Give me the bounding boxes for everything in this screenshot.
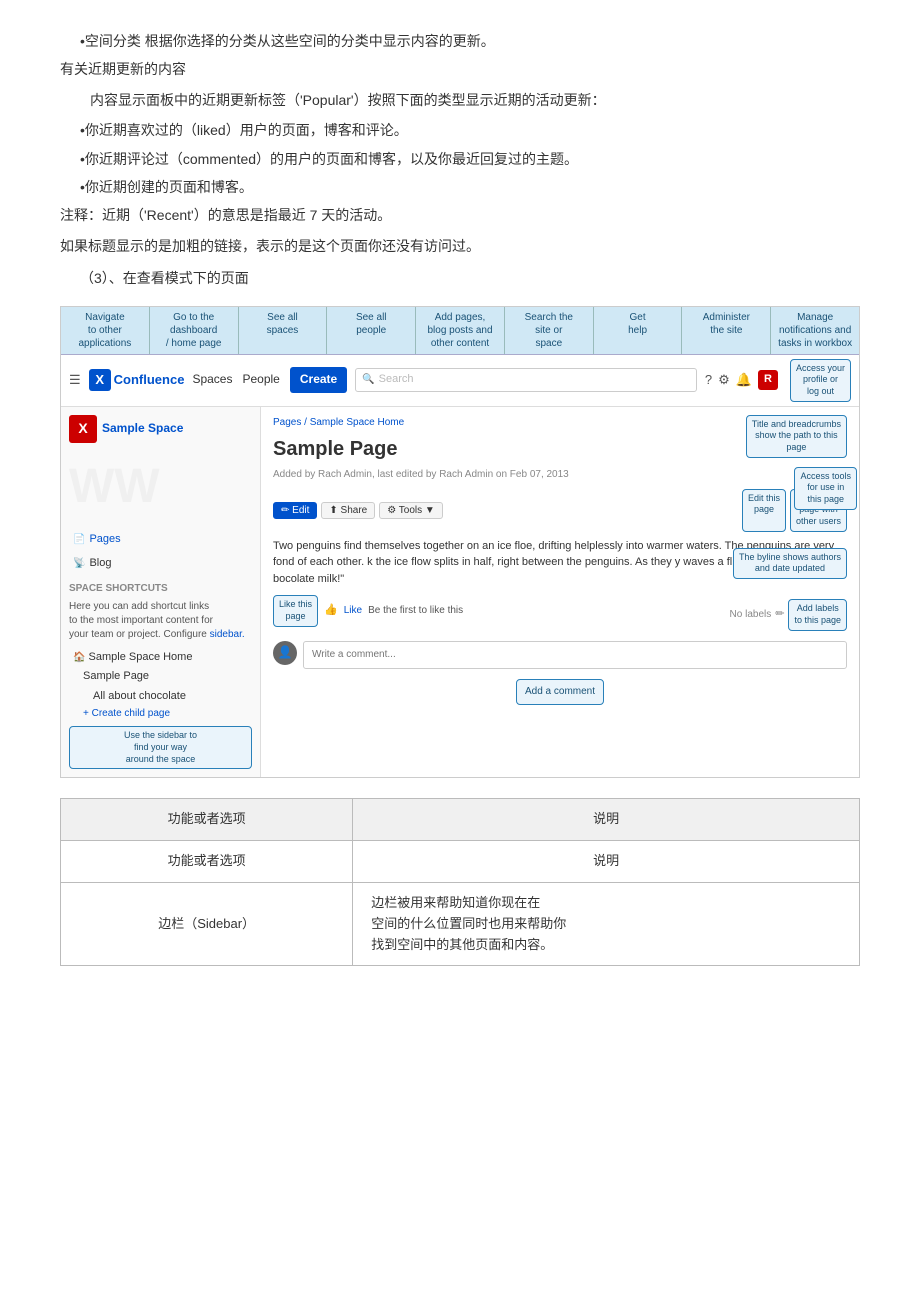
- no-labels-text: No labels: [730, 607, 772, 623]
- byline-annotation: The byline shows authorsand date updated: [733, 548, 847, 579]
- tree-add-child[interactable]: + Create child page: [69, 706, 252, 722]
- tree-chocolate[interactable]: All about chocolate: [69, 687, 252, 707]
- like-text[interactable]: Like: [344, 603, 362, 619]
- page-byline: Added by Rach Admin, last edited by Rach…: [273, 467, 737, 483]
- confluence-diagram: Navigateto otherapplications Go to theda…: [60, 306, 860, 779]
- tree-home[interactable]: 🏠 Sample Space Home: [69, 648, 252, 668]
- tree-sample-page[interactable]: Sample Page: [69, 667, 252, 687]
- share-btn[interactable]: ⬆ Share: [321, 502, 375, 519]
- add-labels-annotation: Add labelsto this page: [788, 599, 847, 630]
- like-icon[interactable]: 👍: [324, 602, 338, 620]
- space-icon: X: [69, 415, 97, 443]
- table-cell-1-1: 边栏被用来帮助知道你现在在 空间的什么位置同时也用来帮助你 找到空间中的其他页面…: [353, 883, 860, 966]
- avatar-icon[interactable]: R: [758, 370, 778, 390]
- edit-page-annotation: Edit thispage: [742, 489, 786, 532]
- breadcrumb: Pages / Sample Space Home: [273, 415, 737, 431]
- tools-btn[interactable]: ⚙ Tools ▼: [379, 502, 443, 519]
- confluence-sidebar: X Sample Space WW 📄 Pages 📡 Blog SPACE S…: [61, 407, 261, 778]
- anno-dashboard: Go to thedashboard/ home page: [150, 307, 239, 354]
- nav-create-btn[interactable]: Create: [290, 367, 347, 392]
- bullet-item-2: •你近期喜欢过的（liked）用户的页面，博客和评论。: [80, 119, 860, 141]
- comment-box: 👤: [273, 641, 847, 669]
- table-row-0: 功能或者选项 说明: [61, 841, 860, 883]
- table-cell-1-0: 边栏（Sidebar）: [61, 883, 353, 966]
- hamburger-icon[interactable]: ☰: [69, 370, 81, 391]
- section-intro: 内容显示面板中的近期更新标签（'Popular'）按照下面的类型显示近期的活动更…: [90, 89, 860, 111]
- bullet-item-4: •你近期创建的页面和博客。: [80, 176, 860, 198]
- anno-search: Search thesite orspace: [505, 307, 594, 354]
- comment-input[interactable]: [303, 641, 847, 669]
- anno-spaces: See allspaces: [239, 307, 328, 354]
- note-2: 如果标题显示的是加粗的链接，表示的是这个页面你还没有访问过。: [60, 235, 860, 257]
- space-header: X Sample Space: [69, 415, 252, 443]
- shortcuts-label: SPACE SHORTCUTS: [69, 581, 252, 597]
- anno-help: Gethelp: [594, 307, 683, 354]
- confluence-x-icon: X: [89, 369, 111, 391]
- features-table: 功能或者选项 说明 功能或者选项 说明 边栏（Sidebar） 边栏被用来帮助知…: [60, 798, 860, 966]
- anno-people: See allpeople: [327, 307, 416, 354]
- anno-notifications: Managenotifications andtasks in workbox: [771, 307, 859, 354]
- bullet-item-1: •空间分类 根据你选择的分类从这些空间的分类中显示内容的更新。: [80, 30, 860, 52]
- page-content: •空间分类 根据你选择的分类从这些空间的分类中显示内容的更新。 有关近期更新的内…: [60, 30, 860, 966]
- add-comment-btn[interactable]: Add a comment: [516, 679, 604, 705]
- nav-links: Spaces People Create: [192, 367, 347, 392]
- page-actions: ✏ Edit ⬆ Share ⚙ Tools ▼ Edit thispage S…: [273, 489, 847, 532]
- anno-administer: Administerthe site: [682, 307, 771, 354]
- table-cell-0-1: 说明: [353, 841, 860, 883]
- like-bar: Like thispage 👍 Like Be the first to lik…: [273, 595, 463, 626]
- table-row-1: 边栏（Sidebar） 边栏被用来帮助知道你现在在 空间的什么位置同时也用来帮助…: [61, 883, 860, 966]
- settings-icon[interactable]: ⚙: [718, 370, 730, 391]
- table-cell-0-0: 功能或者选项: [61, 841, 353, 883]
- shortcuts-text: Here you can add shortcut links to the m…: [69, 600, 252, 642]
- access-tools-annotation: Access toolsfor use inthis page: [794, 467, 857, 510]
- nav-icons: ? ⚙ 🔔 R: [705, 370, 778, 391]
- anno-navigate: Navigateto otherapplications: [61, 307, 150, 354]
- section3-heading: （3）、在查看模式下的页面: [60, 267, 860, 289]
- sidebar-tree: 🏠 Sample Space Home Sample Page All abou…: [69, 648, 252, 723]
- confluence-body: X Sample Space WW 📄 Pages 📡 Blog SPACE S…: [61, 407, 859, 778]
- help-icon[interactable]: ?: [705, 370, 712, 391]
- search-box[interactable]: 🔍 Search: [355, 368, 697, 392]
- ww-watermark: WW: [69, 449, 252, 526]
- sidebar-configure-link[interactable]: sidebar.: [210, 629, 245, 640]
- page-content-area: Two penguins find themselves together on…: [273, 538, 847, 588]
- nav-spaces[interactable]: Spaces: [192, 370, 232, 389]
- col1-header: 功能或者选项: [61, 799, 353, 841]
- confluence-logo[interactable]: X Confluence: [89, 369, 185, 391]
- like-first-text: Be the first to like this: [368, 603, 463, 619]
- edit-page-btn[interactable]: ✏ Edit: [273, 502, 317, 519]
- note-1: 注释：近期（'Recent'）的意思是指最近 7 天的活动。: [60, 204, 860, 226]
- nav-people[interactable]: People: [242, 370, 279, 389]
- table-header-row: 功能或者选项 说明: [61, 799, 860, 841]
- section-heading-recent: 有关近期更新的内容: [60, 58, 860, 80]
- confluence-navbar: ☰ X Confluence Spaces People Create 🔍 Se…: [61, 355, 859, 407]
- sidebar-pages[interactable]: 📄 Pages: [69, 529, 252, 551]
- page-title: Sample Page: [273, 433, 737, 465]
- confluence-main: Pages / Sample Space Home Sample Page Ad…: [261, 407, 859, 778]
- sidebar-annotation: Use the sidebar tofind your wayaround th…: [69, 726, 252, 769]
- annotation-bar: Navigateto otherapplications Go to theda…: [61, 307, 859, 355]
- anno-add-pages: Add pages,blog posts andother content: [416, 307, 505, 354]
- sidebar-blog[interactable]: 📡 Blog: [69, 553, 252, 575]
- title-annotation: Title and breadcrumbsshow the path to th…: [746, 415, 847, 458]
- access-profile-annotation: Access yourprofile orlog out: [790, 359, 851, 402]
- comment-avatar: 👤: [273, 641, 297, 665]
- edit-labels-icon[interactable]: ✏: [775, 606, 784, 624]
- bullet-item-3: •你近期评论过（commented）的用户的页面和博客，以及你最近回复过的主题。: [80, 148, 860, 170]
- col2-header: 说明: [353, 799, 860, 841]
- like-page-annotation: Like thispage: [273, 595, 318, 626]
- bell-icon[interactable]: 🔔: [736, 370, 752, 391]
